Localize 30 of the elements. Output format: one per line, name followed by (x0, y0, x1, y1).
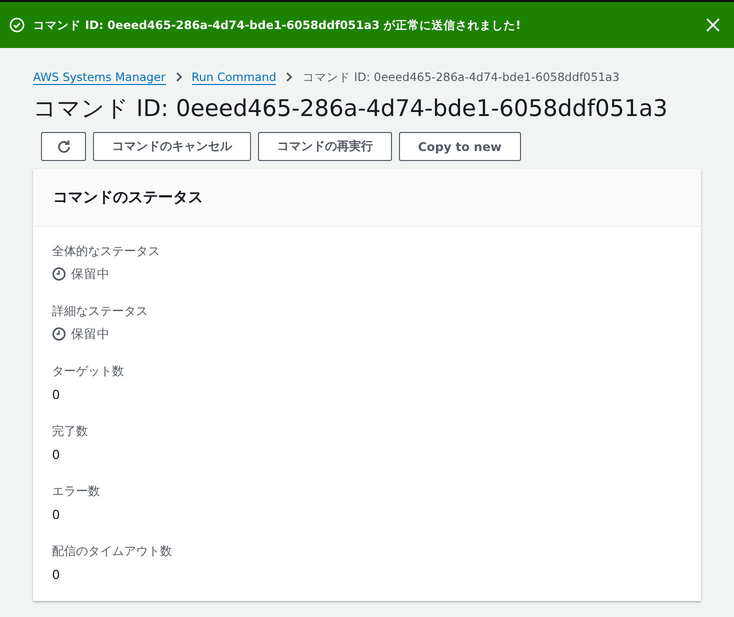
breadcrumb-link[interactable]: Run Command (192, 70, 276, 84)
panel-title: コマンドのステータス (53, 188, 203, 207)
count-value: 0 (52, 506, 60, 522)
clock-icon (52, 327, 66, 341)
action-button[interactable]: Copy to new (399, 132, 521, 161)
action-button[interactable]: コマンドの再実行 (258, 132, 392, 161)
count-value: 0 (52, 566, 60, 582)
count-value: 0 (52, 446, 60, 462)
field-label: 配信のタイムアウト数 (52, 543, 173, 560)
field-label: エラー数 (52, 483, 101, 500)
close-button[interactable] (704, 16, 722, 34)
refresh-button[interactable] (41, 132, 86, 161)
chevron-right-icon (284, 71, 294, 83)
status-value: 保留中 (71, 326, 110, 342)
field-label: 完了数 (52, 423, 89, 440)
check-circle-icon (9, 17, 25, 33)
page-title: コマンド ID: 0eeed465-286a-4d74-bde1-6058ddf051a3 (33, 95, 668, 124)
field-label: 全体的なステータス (52, 243, 161, 260)
field-label: ターゲット数 (52, 363, 125, 380)
refresh-icon (56, 138, 72, 154)
breadcrumb-current: コマンド ID: 0eeed465-286a-4d74-bde1-6058ddf051a3 (302, 70, 620, 84)
action-button[interactable]: コマンドのキャンセル (93, 132, 251, 161)
success-message: コマンド ID: 0eeed465-286a-4d74-bde1-6058ddf051a3 が正常に送信されました! (33, 18, 522, 32)
breadcrumb-link[interactable]: AWS Systems Manager (33, 70, 166, 84)
chevron-right-icon (174, 71, 184, 83)
clock-icon (52, 267, 66, 281)
field-label: 詳細なステータス (52, 303, 149, 320)
close-icon (706, 18, 720, 32)
status-value: 保留中 (71, 266, 110, 282)
count-value: 0 (52, 386, 60, 402)
